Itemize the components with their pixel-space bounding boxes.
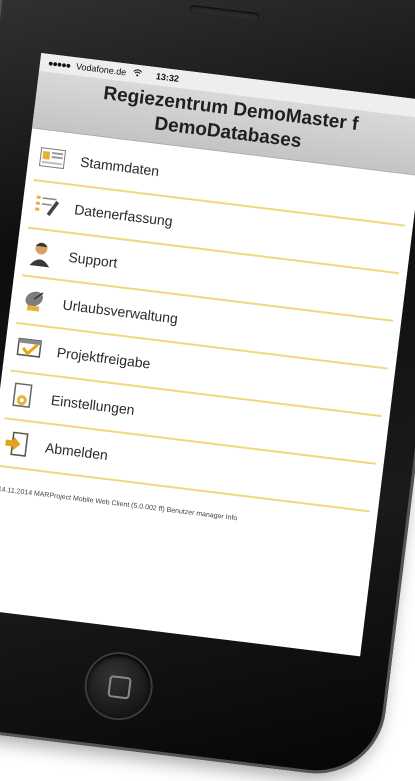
main-menu: Stammdaten Datenerfassung Support Urlaub…: [0, 128, 415, 513]
settings-document-icon: [8, 381, 39, 412]
home-button[interactable]: [83, 650, 155, 722]
edit-list-icon: [31, 190, 62, 221]
clock: 13:32: [155, 71, 180, 84]
carrier-name: Vodafone.de: [75, 61, 127, 78]
menu-label: Urlaubsverwaltung: [61, 296, 179, 327]
earpiece-speaker: [189, 4, 260, 22]
address-card-icon: [37, 143, 68, 174]
menu-label: Stammdaten: [79, 153, 161, 180]
menu-label: Einstellungen: [50, 391, 136, 418]
support-person-icon: [25, 238, 56, 269]
signal-strength: ●●●●●: [47, 57, 71, 71]
logout-arrow-icon: [2, 428, 33, 459]
home-square-icon: [107, 674, 132, 700]
menu-label: Support: [67, 248, 119, 271]
checkbox-approve-icon: [14, 333, 45, 364]
menu-label: Projektfreigabe: [55, 344, 152, 372]
phone-frame: ●●●●● Vodafone.de 13:32 Regiezentrum Dem…: [0, 0, 415, 781]
menu-label: Abmelden: [44, 439, 109, 464]
wifi-icon: [132, 68, 143, 79]
satellite-dish-icon: [19, 285, 50, 316]
menu-label: Datenerfassung: [73, 201, 174, 230]
phone-screen: ●●●●● Vodafone.de 13:32 Regiezentrum Dem…: [0, 52, 415, 657]
